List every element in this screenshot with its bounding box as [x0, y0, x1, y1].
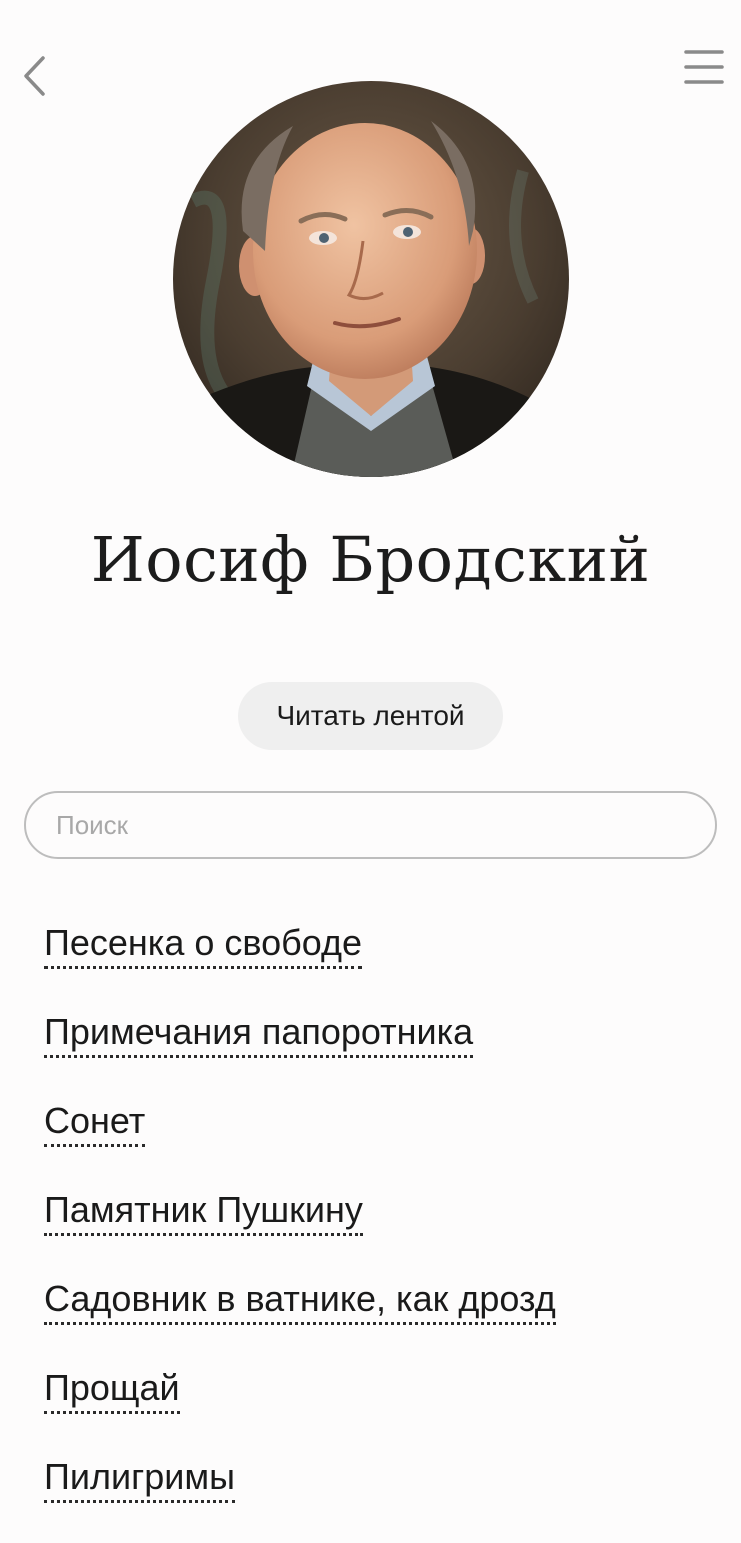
hamburger-menu-icon	[684, 50, 724, 84]
poem-list: Песенка о свободе Примечания папоротника…	[44, 920, 556, 1543]
poem-link[interactable]: Пилигримы	[44, 1454, 235, 1503]
menu-button[interactable]	[680, 46, 728, 88]
poem-link[interactable]: Песенка о свободе	[44, 920, 363, 969]
list-item: Прощай	[44, 1365, 556, 1454]
author-name: Иосиф Бродский	[90, 523, 651, 596]
poem-link[interactable]: Памятник Пушкину	[44, 1187, 363, 1236]
list-item: Пилигримы	[44, 1454, 556, 1543]
back-button[interactable]	[14, 52, 58, 100]
list-item: Примечания папоротника	[44, 1009, 556, 1098]
author-portrait	[173, 81, 569, 477]
poem-link[interactable]: Примечания папоротника	[44, 1009, 474, 1058]
list-item: Песенка о свободе	[44, 920, 556, 1009]
list-item: Сонет	[44, 1098, 556, 1187]
poem-link[interactable]: Сонет	[44, 1098, 146, 1147]
list-item: Памятник Пушкину	[44, 1187, 556, 1276]
poem-link[interactable]: Садовник в ватнике, как дрозд	[44, 1276, 556, 1325]
search-input[interactable]	[24, 791, 717, 859]
poem-link[interactable]: Прощай	[44, 1365, 180, 1414]
read-feed-button[interactable]: Читать лентой	[238, 682, 503, 750]
chevron-left-icon	[24, 56, 45, 96]
list-item: Садовник в ватнике, как дрозд	[44, 1276, 556, 1365]
